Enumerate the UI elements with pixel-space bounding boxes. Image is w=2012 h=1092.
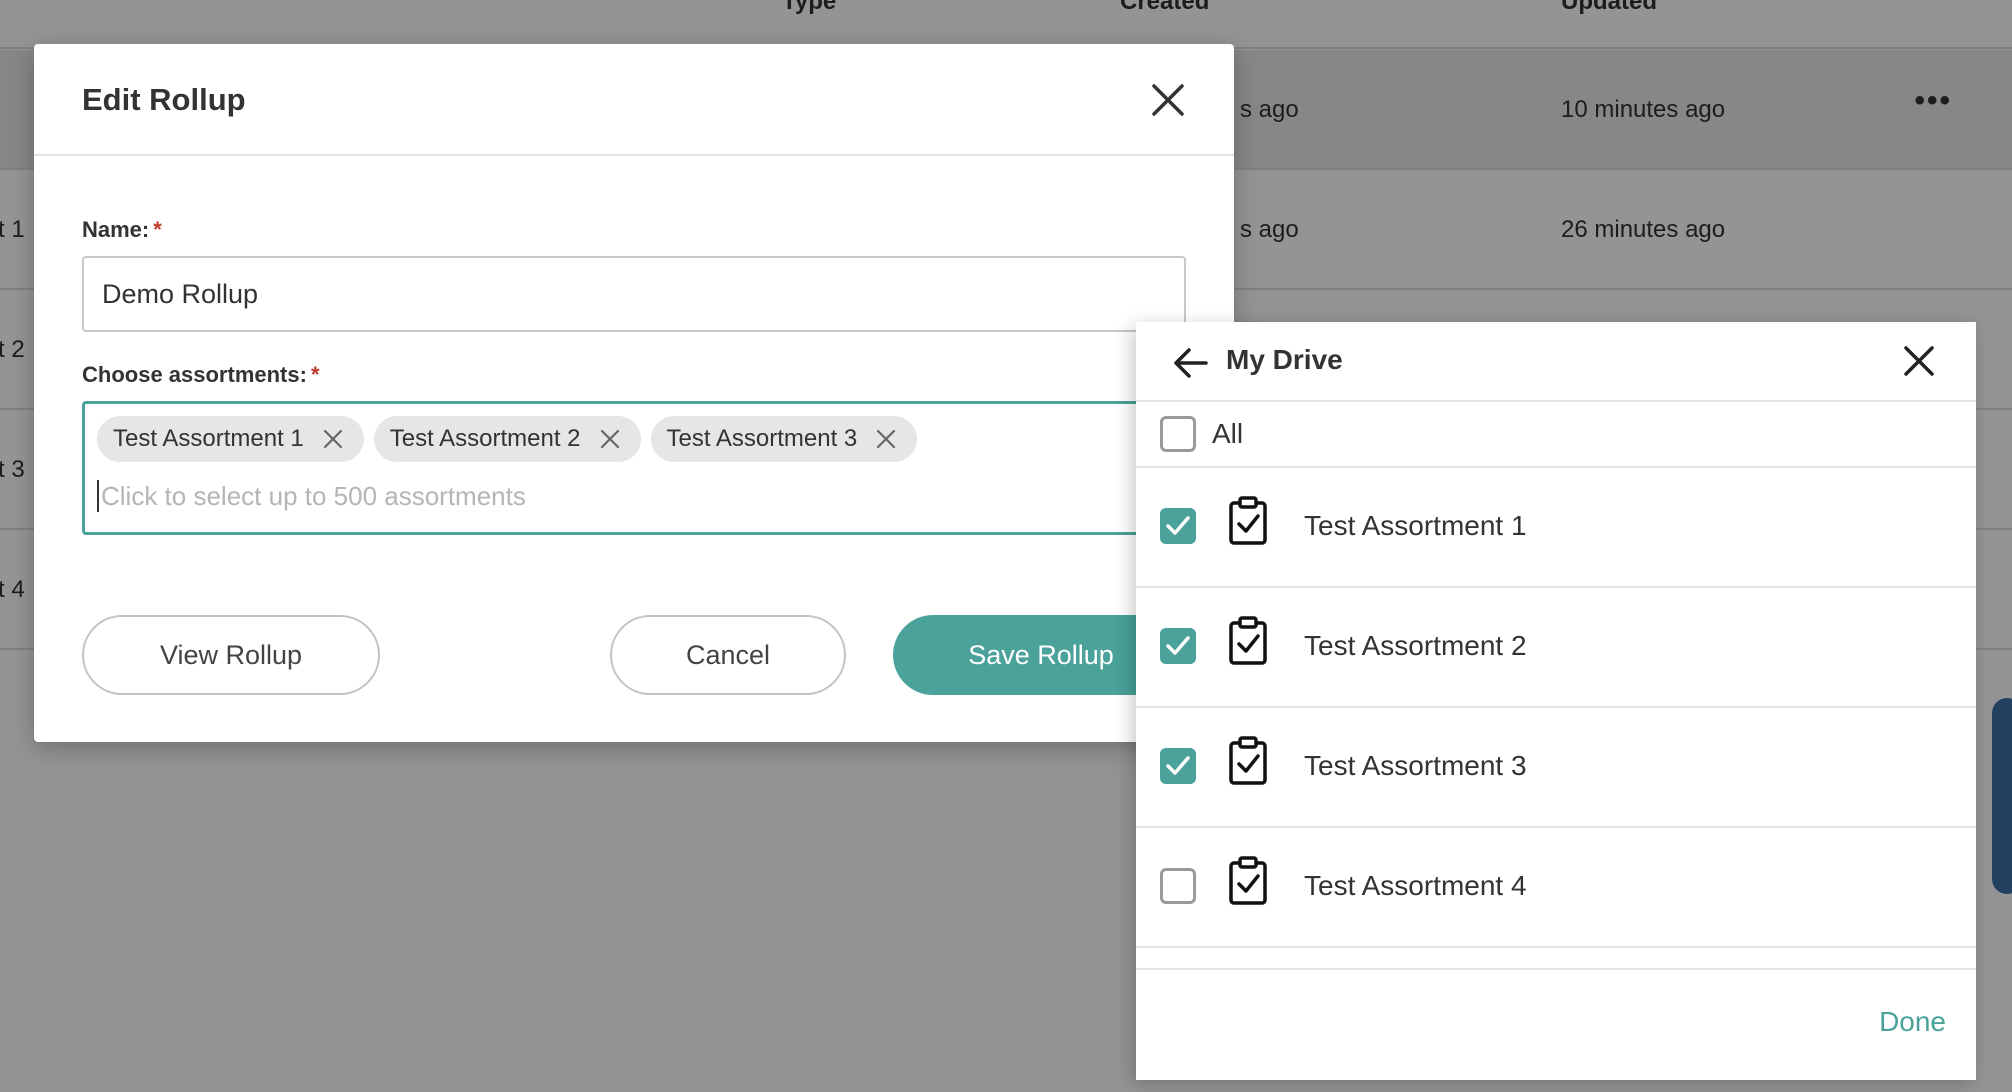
assortment-row[interactable]: Test Assortment 3	[1136, 708, 1976, 828]
close-icon[interactable]	[1902, 344, 1936, 378]
assortment-checkbox[interactable]	[1160, 868, 1196, 904]
assortments-label: Choose assortments: *	[82, 362, 320, 388]
clipboard-check-icon	[1229, 736, 1267, 785]
chip-label: Test Assortment 3	[666, 425, 858, 452]
assortment-label: Test Assortment 1	[1304, 510, 1527, 541]
assortment-label: Test Assortment 2	[1304, 630, 1527, 661]
select-all-row[interactable]: All	[1136, 402, 1976, 468]
required-mark: *	[310, 362, 320, 387]
assortment-checkbox[interactable]	[1160, 508, 1196, 544]
back-arrow-icon[interactable]	[1172, 344, 1210, 382]
modal-title: Edit Rollup	[82, 82, 246, 117]
assortment-search-placeholder[interactable]: Click to select up to 500 assortments	[97, 480, 526, 512]
name-label-text: Name:	[82, 217, 150, 242]
view-rollup-button[interactable]: View Rollup	[82, 615, 380, 695]
chip-label: Test Assortment 2	[389, 425, 581, 452]
name-input[interactable]	[82, 256, 1186, 332]
remove-chip-icon[interactable]	[322, 428, 344, 450]
panel-pointer	[1117, 472, 1137, 528]
assortment-chip: Test Assortment 3	[650, 416, 918, 462]
clipboard-check-icon	[1229, 616, 1267, 665]
panel-title: My Drive	[1226, 344, 1343, 375]
name-label: Name: *	[82, 217, 162, 243]
clipboard-check-icon	[1229, 496, 1267, 545]
assortment-row[interactable]: Test Assortment 4	[1136, 828, 1976, 948]
panel-divider	[1136, 968, 1976, 970]
assortment-checkbox[interactable]	[1160, 628, 1196, 664]
cancel-button[interactable]: Cancel	[610, 615, 846, 695]
assortment-row[interactable]: Test Assortment 1	[1136, 468, 1976, 588]
assortment-label: Test Assortment 4	[1304, 870, 1527, 901]
checkmark-icon	[1166, 636, 1190, 655]
assortment-chip: Test Assortment 2	[373, 416, 641, 462]
panel-header: My Drive	[1136, 322, 1976, 402]
select-all-label: All	[1212, 418, 1244, 449]
edit-rollup-modal: Edit Rollup Name:* Choose assortments:* …	[34, 44, 1234, 742]
assortment-label: Test Assortment 3	[1304, 750, 1527, 781]
clipboard-check-icon	[1229, 856, 1267, 905]
chip-label: Test Assortment 1	[113, 425, 304, 452]
modal-header: Edit Rollup	[34, 44, 1234, 156]
assortment-row[interactable]: Test Assortment 2	[1136, 588, 1976, 708]
selected-chips: Test Assortment 1 Test Assortment 2 Test…	[97, 416, 918, 462]
checkmark-icon	[1166, 516, 1190, 535]
close-icon[interactable]	[1150, 82, 1186, 118]
assortment-chip: Test Assortment 1	[97, 416, 364, 462]
assortments-label-text: Choose assortments:	[82, 362, 307, 387]
required-mark: *	[153, 217, 162, 242]
remove-chip-icon[interactable]	[875, 428, 897, 450]
select-all-checkbox[interactable]	[1160, 416, 1196, 452]
done-button[interactable]: Done	[1879, 1006, 1946, 1038]
remove-chip-icon[interactable]	[599, 428, 621, 450]
assortment-chooser[interactable]: Test Assortment 1 Test Assortment 2 Test…	[82, 401, 1186, 535]
assortment-checkbox[interactable]	[1160, 748, 1196, 784]
checkmark-icon	[1166, 756, 1190, 775]
assortment-picker-panel: My Drive All Test Assortment 1 Test Asso…	[1136, 322, 1976, 1080]
